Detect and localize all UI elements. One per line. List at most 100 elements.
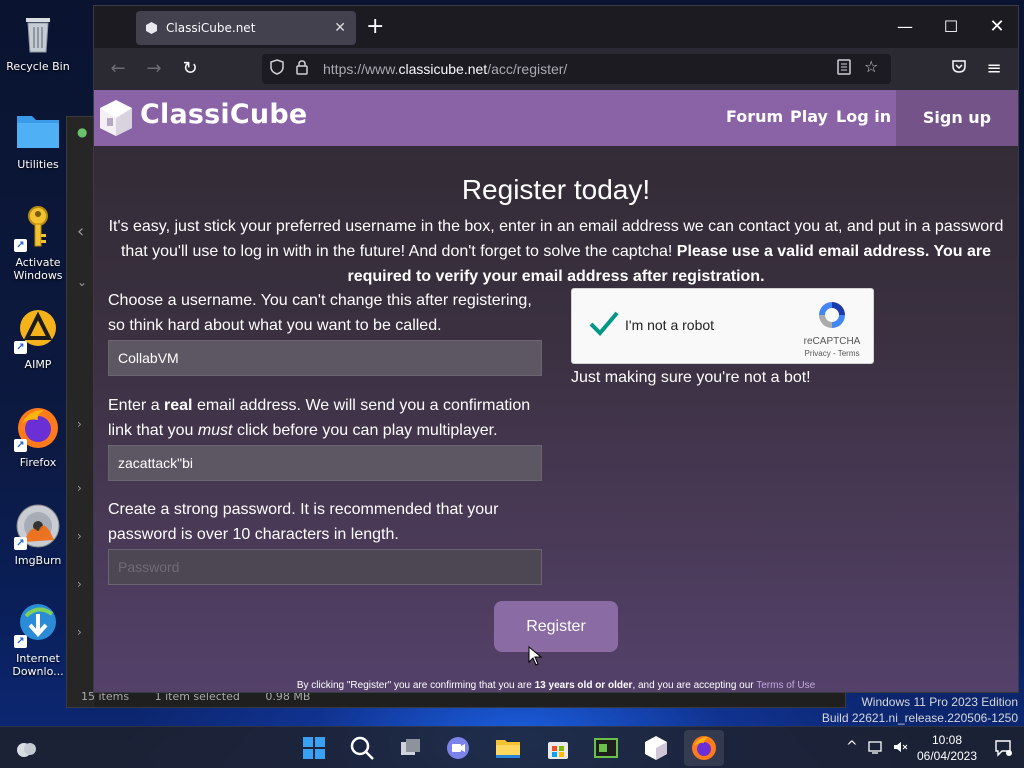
classicube-logo-icon[interactable]: [98, 98, 134, 138]
back-button[interactable]: ←: [106, 57, 130, 81]
clock-time: 10:08: [931, 733, 963, 747]
firefox-window[interactable]: ClassiCube.net ✕ + — ☐ ✕ ← → ↻ https://w…: [93, 5, 1019, 693]
imgburn-disc-icon: ↗: [14, 502, 62, 550]
reader-view-icon[interactable]: [837, 59, 851, 79]
desktop-icon-imgburn[interactable]: ↗ ImgBurn: [0, 502, 76, 567]
browser-tab[interactable]: ClassiCube.net ✕: [136, 11, 356, 45]
file-explorer-icon[interactable]: [494, 734, 522, 762]
desktop-icon-firefox[interactable]: ↗ Firefox: [0, 404, 76, 469]
navigation-toolbar: ← → ↻ https://www.classicube.net/acc/reg…: [94, 48, 1018, 90]
lock-icon[interactable]: [296, 59, 308, 79]
desktop-icon-utilities[interactable]: Utilities: [0, 106, 76, 171]
page-title: Register today!: [461, 174, 651, 205]
terms-of-use-link[interactable]: Terms of Use: [756, 680, 815, 691]
checkmark-icon[interactable]: [588, 307, 620, 339]
shortcut-arrow-icon: ↗: [14, 341, 27, 354]
status-dot-icon: ●: [77, 125, 88, 139]
network-icon[interactable]: [868, 739, 884, 759]
terminal-app-icon[interactable]: [592, 734, 620, 762]
pocket-icon[interactable]: [947, 57, 971, 81]
shortcut-arrow-icon: ↗: [14, 439, 27, 452]
taskbar: ^ 10:08 06/04/2023: [0, 726, 1024, 768]
close-window-button[interactable]: ✕: [974, 6, 1020, 48]
firefox-taskbar-icon[interactable]: [690, 734, 718, 762]
nav-forum-link[interactable]: Forum: [726, 107, 783, 126]
chevron-right-icon[interactable]: ›: [77, 577, 82, 591]
chevron-down-icon[interactable]: ⌄: [77, 275, 87, 289]
password-input[interactable]: [108, 549, 542, 585]
start-button[interactable]: [300, 734, 328, 762]
intro-text: It's easy, just stick your preferred use…: [108, 218, 1004, 285]
site-header: ClassiCube Forum Play Log in Sign up: [94, 90, 1018, 146]
chevron-up-icon[interactable]: ^: [846, 739, 858, 755]
desktop-icon-label: ImgBurn: [14, 554, 62, 567]
clock-date: 06/04/2023: [916, 749, 978, 763]
chevron-right-icon[interactable]: ›: [77, 417, 82, 431]
url-text[interactable]: https://www.classicube.net/acc/register/: [323, 54, 567, 84]
captcha-note: Just making sure you're not a bot!: [571, 369, 811, 386]
aimp-icon: ↗: [14, 306, 62, 354]
shortcut-arrow-icon: ↗: [14, 239, 27, 252]
url-bar[interactable]: https://www.classicube.net/acc/register/…: [262, 54, 891, 84]
web-page: ClassiCube Forum Play Log in Sign up Reg…: [94, 90, 1018, 692]
volume-muted-icon[interactable]: [892, 739, 908, 759]
cube-favicon-icon: [146, 22, 157, 34]
desktop-icon-activate-windows[interactable]: ↗ Activate Windows: [0, 204, 76, 282]
recaptcha-logo-icon: [816, 299, 848, 331]
username-input[interactable]: [108, 340, 542, 376]
shortcut-arrow-icon: ↗: [14, 537, 27, 550]
new-tab-button[interactable]: +: [366, 14, 384, 40]
password-label: Create a strong password. It is recommen…: [108, 501, 499, 543]
shield-icon[interactable]: [270, 59, 284, 79]
desktop-icon-label: Recycle Bin: [6, 60, 70, 73]
desktop-icon-aimp[interactable]: ↗ AIMP: [0, 306, 76, 371]
captcha-label: I'm not a robot: [625, 317, 715, 333]
tab-title: ClassiCube.net: [166, 21, 256, 35]
nav-signup-link[interactable]: Sign up: [896, 90, 1018, 146]
folder-icon: [14, 106, 62, 154]
close-tab-icon[interactable]: ✕: [334, 11, 346, 45]
classicube-taskbar-icon[interactable]: [642, 734, 670, 762]
bookmark-star-icon[interactable]: ☆: [864, 57, 878, 76]
teams-chat-icon[interactable]: [444, 734, 472, 762]
recaptcha-links[interactable]: Privacy - Terms: [794, 349, 870, 358]
key-icon: ↗: [14, 204, 62, 252]
back-chevron-icon[interactable]: ‹: [77, 221, 84, 242]
chevron-right-icon[interactable]: ›: [77, 529, 82, 543]
windows-build-watermark: Windows 11 Pro 2023 Edition Build 22621.…: [821, 695, 1018, 725]
reload-button[interactable]: ↻: [178, 57, 202, 81]
email-input[interactable]: [108, 445, 542, 481]
hamburger-menu-icon[interactable]: ≡: [982, 57, 1006, 81]
firefox-icon: ↗: [14, 404, 62, 452]
minimize-button[interactable]: —: [882, 6, 928, 48]
recycle-bin-icon: [14, 8, 62, 56]
weather-widget-icon[interactable]: [12, 734, 40, 762]
site-brand[interactable]: ClassiCube: [140, 99, 307, 130]
nav-play-link[interactable]: Play: [790, 107, 828, 126]
maximize-button[interactable]: ☐: [928, 6, 974, 48]
desktop-icon-label: AIMP: [24, 358, 52, 371]
microsoft-store-icon[interactable]: [544, 734, 572, 762]
email-label: Enter a real email address. We will send…: [108, 397, 531, 439]
desktop-icon-label: Utilities: [17, 158, 59, 171]
username-label: Choose a username. You can't change this…: [108, 292, 532, 334]
internet-download-manager-icon: ↗: [14, 600, 62, 648]
chevron-right-icon[interactable]: ›: [77, 625, 82, 639]
register-button[interactable]: Register: [494, 601, 618, 652]
shortcut-arrow-icon: ↗: [14, 635, 27, 648]
desktop-icon-internet-download[interactable]: ↗ Internet Downlo...: [0, 600, 76, 678]
terms-footnote: By clicking "Register" you are confirmin…: [296, 680, 816, 691]
system-clock[interactable]: 10:08 06/04/2023: [914, 732, 980, 764]
desktop-icon-recycle-bin[interactable]: Recycle Bin: [0, 8, 76, 73]
desktop-icon-label: Internet Downlo...: [12, 652, 64, 678]
forward-button[interactable]: →: [142, 57, 166, 81]
nav-login-link[interactable]: Log in: [836, 107, 891, 126]
recaptcha-widget[interactable]: I'm not a robot reCAPTCHA Privacy - Term…: [571, 288, 874, 364]
tab-strip: ClassiCube.net ✕ + — ☐ ✕: [94, 6, 1018, 48]
search-icon[interactable]: [348, 734, 376, 762]
mouse-cursor-icon: [528, 645, 544, 666]
notification-icon[interactable]: [994, 739, 1012, 761]
task-view-icon[interactable]: [396, 734, 424, 762]
chevron-right-icon[interactable]: ›: [77, 481, 82, 495]
desktop-icon-label: Firefox: [19, 456, 57, 469]
